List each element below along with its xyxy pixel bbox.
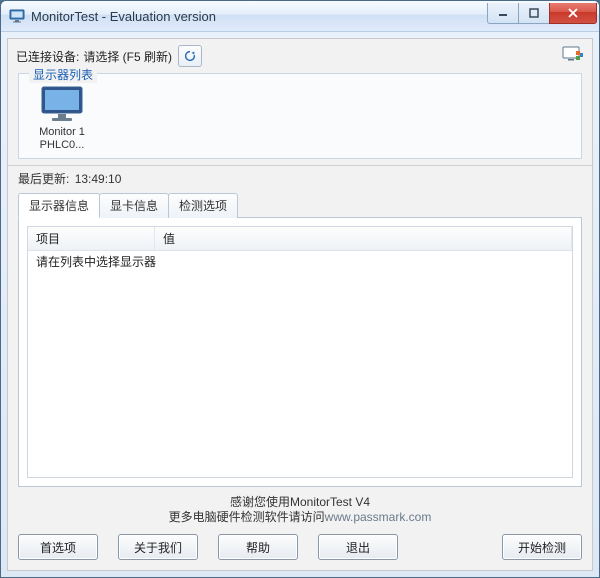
exit-button[interactable]: 退出 — [318, 534, 398, 560]
client-area: 已连接设备: 请选择 (F5 刷新) 显示器列表 — [7, 38, 593, 571]
minimize-button[interactable] — [487, 3, 519, 24]
info-table-header: 项目 值 — [28, 227, 572, 251]
tab-monitor-info[interactable]: 显示器信息 — [18, 193, 100, 218]
start-test-button[interactable]: 开始检测 — [502, 534, 582, 560]
tab-panel-monitor-info: 项目 值 请在列表中选择显示器 — [18, 217, 582, 486]
refresh-button[interactable] — [178, 45, 202, 67]
info-table-body: 请在列表中选择显示器 — [28, 251, 572, 476]
footer-thanks: 感谢您使用MonitorTest V4 — [8, 495, 592, 511]
titlebar[interactable]: MonitorTest - Evaluation version — [1, 1, 599, 32]
close-button[interactable] — [549, 3, 597, 24]
maximize-button[interactable] — [518, 3, 550, 24]
connected-label: 已连接设备: — [16, 48, 79, 65]
info-table[interactable]: 项目 值 请在列表中选择显示器 — [27, 226, 573, 477]
monitor-list-group: 显示器列表 Monitor 1 PHLC0... — [18, 73, 582, 159]
refresh-icon — [183, 49, 197, 63]
last-update-time: 13:49:10 — [75, 172, 122, 186]
footer-more-prefix: 更多电脑硬件检测软件请访问 — [169, 510, 325, 524]
help-button[interactable]: 帮助 — [218, 534, 298, 560]
monitor-icon — [38, 84, 86, 124]
last-update-label: 最后更新: — [18, 172, 69, 186]
info-empty-message: 请在列表中选择显示器 — [36, 253, 564, 270]
tab-strip: 显示器信息 显卡信息 检测选项 — [18, 193, 582, 218]
device-select-hint: 请选择 (F5 刷新) — [83, 48, 172, 65]
monitor-corner-icon — [562, 46, 584, 67]
footer-link[interactable]: www.passmark.com — [325, 510, 432, 524]
about-button[interactable]: 关于我们 — [118, 534, 198, 560]
column-value[interactable]: 值 — [155, 227, 572, 250]
window-controls — [488, 3, 597, 24]
footer-more: 更多电脑硬件检测软件请访问www.passmark.com — [8, 510, 592, 526]
prefs-button[interactable]: 首选项 — [18, 534, 98, 560]
monitor-item-line1: Monitor 1 — [27, 126, 97, 139]
last-update: 最后更新: 13:49:10 — [8, 166, 592, 193]
tab-gpu-info[interactable]: 显卡信息 — [99, 193, 169, 218]
column-name[interactable]: 项目 — [28, 227, 155, 250]
footer-text: 感谢您使用MonitorTest V4 更多电脑硬件检测软件请访问www.pas… — [8, 491, 592, 528]
monitor-list-legend: 显示器列表 — [29, 66, 97, 83]
window-title: MonitorTest - Evaluation version — [31, 9, 488, 24]
monitor-item-line2: PHLC0... — [27, 139, 97, 152]
button-row: 首选项 关于我们 帮助 退出 开始检测 — [8, 528, 592, 570]
app-icon — [9, 8, 25, 24]
monitor-item[interactable]: Monitor 1 PHLC0... — [27, 84, 97, 152]
tabs-container: 显示器信息 显卡信息 检测选项 项目 值 请在列表中选择显示器 — [18, 193, 582, 486]
tab-test-options[interactable]: 检测选项 — [168, 193, 238, 218]
app-window: MonitorTest - Evaluation version 已连接设备: … — [0, 0, 600, 578]
